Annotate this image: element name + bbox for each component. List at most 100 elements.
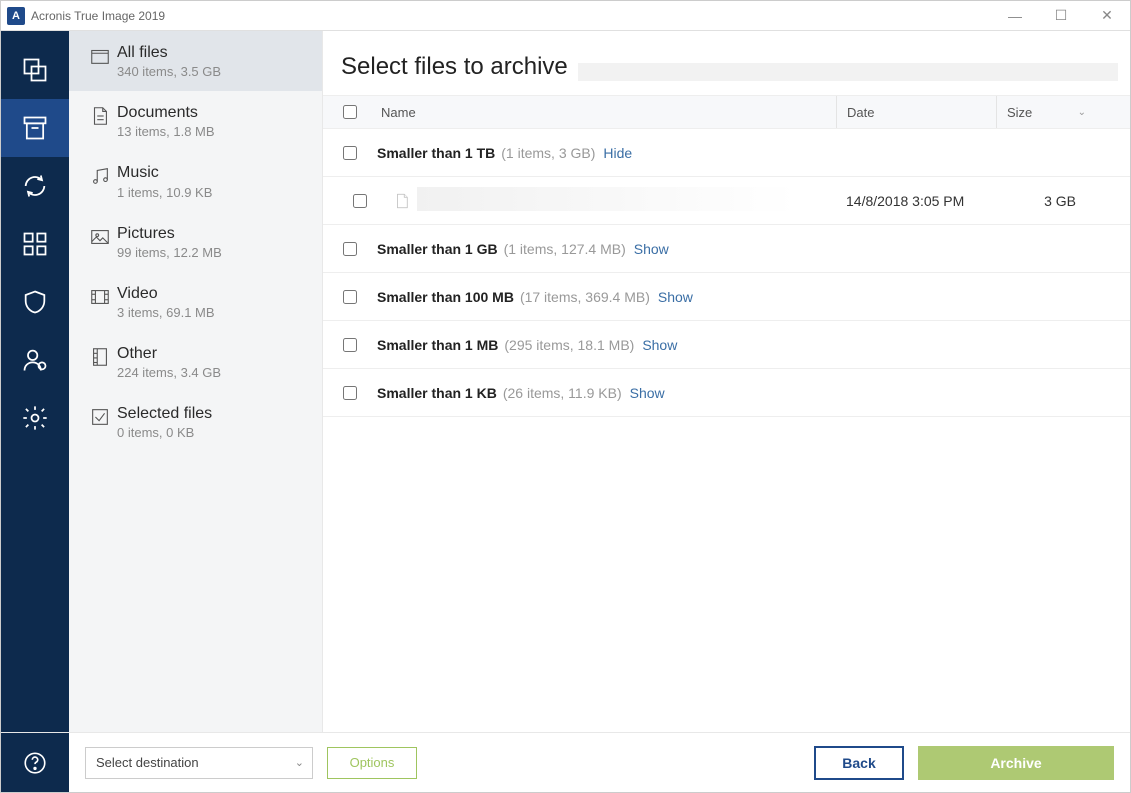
- music-icon: [89, 165, 111, 187]
- group-title: Smaller than 1 GB: [377, 241, 498, 257]
- dashboard-icon: [21, 230, 49, 258]
- chevron-down-icon: ⌄: [295, 756, 304, 769]
- file-size: 3 GB: [1006, 193, 1096, 209]
- archive-icon: [21, 114, 49, 142]
- file-list: Smaller than 1 TB (1 items, 3 GB) Hide 1…: [323, 129, 1130, 732]
- table-header: Name Date Size ⌄: [323, 95, 1130, 129]
- cat-title: All files: [117, 43, 308, 62]
- group-toggle[interactable]: Show: [630, 385, 665, 401]
- col-name[interactable]: Name: [377, 105, 836, 120]
- cat-sub: 340 items, 3.5 GB: [117, 64, 308, 79]
- group-toggle[interactable]: Show: [642, 337, 677, 353]
- cat-title: Pictures: [117, 224, 308, 243]
- cat-other[interactable]: Other 224 items, 3.4 GB: [69, 332, 322, 392]
- other-icon: [89, 346, 111, 368]
- minimize-button[interactable]: —: [992, 1, 1038, 31]
- video-icon: [89, 286, 111, 308]
- document-icon: [89, 105, 111, 127]
- group-checkbox[interactable]: [343, 290, 357, 304]
- rail-dashboard[interactable]: [1, 215, 69, 273]
- col-size[interactable]: Size ⌄: [996, 96, 1096, 128]
- rail-archive[interactable]: [1, 99, 69, 157]
- group-title: Smaller than 1 KB: [377, 385, 497, 401]
- file-icon: [393, 190, 411, 212]
- cat-title: Documents: [117, 103, 308, 122]
- file-date: 14/8/2018 3:05 PM: [846, 193, 1006, 209]
- cat-all-files[interactable]: All files 340 items, 3.5 GB: [69, 31, 322, 91]
- category-panel: All files 340 items, 3.5 GB Documents 13…: [69, 31, 323, 732]
- rail-protection[interactable]: [1, 273, 69, 331]
- group-title: Smaller than 1 TB: [377, 145, 495, 161]
- titlebar: A Acronis True Image 2019 — ☐ ✕: [1, 1, 1130, 31]
- group-row: Smaller than 100 MB (17 items, 369.4 MB)…: [323, 273, 1130, 321]
- backup-icon: [21, 56, 49, 84]
- group-title: Smaller than 100 MB: [377, 289, 514, 305]
- footer: Select destination ⌄ Options Back Archiv…: [1, 732, 1130, 792]
- cat-sub: 99 items, 12.2 MB: [117, 245, 308, 260]
- back-button[interactable]: Back: [814, 746, 904, 780]
- help-icon: [22, 750, 48, 776]
- group-title: Smaller than 1 MB: [377, 337, 498, 353]
- group-row: Smaller than 1 TB (1 items, 3 GB) Hide: [323, 129, 1130, 177]
- cat-title: Other: [117, 344, 308, 363]
- file-name: [417, 187, 846, 214]
- cat-sub: 13 items, 1.8 MB: [117, 124, 308, 139]
- rail-sync[interactable]: [1, 157, 69, 215]
- cat-sub: 0 items, 0 KB: [117, 425, 308, 440]
- close-button[interactable]: ✕: [1084, 1, 1130, 31]
- picture-icon: [89, 226, 111, 248]
- maximize-button[interactable]: ☐: [1038, 1, 1084, 31]
- group-toggle[interactable]: Show: [658, 289, 693, 305]
- cat-selected[interactable]: Selected files 0 items, 0 KB: [69, 392, 322, 452]
- col-size-label: Size: [1007, 105, 1032, 120]
- selected-icon: [89, 406, 111, 428]
- group-meta: (1 items, 127.4 MB): [504, 241, 626, 257]
- group-row: Smaller than 1 MB (295 items, 18.1 MB) S…: [323, 321, 1130, 369]
- account-icon: [21, 346, 49, 374]
- rail-account[interactable]: [1, 331, 69, 389]
- rail-backup[interactable]: [1, 41, 69, 99]
- rail-help[interactable]: [1, 733, 69, 792]
- group-meta: (1 items, 3 GB): [501, 145, 595, 161]
- group-checkbox[interactable]: [343, 242, 357, 256]
- cat-sub: 1 items, 10.9 KB: [117, 185, 308, 200]
- destination-select[interactable]: Select destination ⌄: [85, 747, 313, 779]
- group-meta: (17 items, 369.4 MB): [520, 289, 650, 305]
- group-toggle[interactable]: Hide: [603, 145, 632, 161]
- window-title: Acronis True Image 2019: [31, 9, 165, 23]
- cat-pictures[interactable]: Pictures 99 items, 12.2 MB: [69, 212, 322, 272]
- rail-settings[interactable]: [1, 389, 69, 447]
- file-row[interactable]: 14/8/2018 3:05 PM 3 GB: [323, 177, 1130, 225]
- destination-placeholder: Select destination: [96, 755, 199, 770]
- shield-icon: [21, 288, 49, 316]
- group-checkbox[interactable]: [343, 386, 357, 400]
- options-button[interactable]: Options: [327, 747, 417, 779]
- sync-icon: [21, 172, 49, 200]
- app-icon: A: [7, 7, 25, 25]
- cat-title: Video: [117, 284, 308, 303]
- content-area: Select files to archive Name Date Size ⌄…: [323, 31, 1130, 732]
- archive-button[interactable]: Archive: [918, 746, 1114, 780]
- folder-icon: [89, 45, 111, 67]
- cat-music[interactable]: Music 1 items, 10.9 KB: [69, 151, 322, 211]
- group-row: Smaller than 1 KB (26 items, 11.9 KB) Sh…: [323, 369, 1130, 417]
- cat-sub: 224 items, 3.4 GB: [117, 365, 308, 380]
- cat-sub: 3 items, 69.1 MB: [117, 305, 308, 320]
- group-row: Smaller than 1 GB (1 items, 127.4 MB) Sh…: [323, 225, 1130, 273]
- cat-documents[interactable]: Documents 13 items, 1.8 MB: [69, 91, 322, 151]
- group-meta: (295 items, 18.1 MB): [504, 337, 634, 353]
- col-date[interactable]: Date: [836, 96, 996, 128]
- nav-rail: [1, 31, 69, 732]
- group-toggle[interactable]: Show: [634, 241, 669, 257]
- cat-video[interactable]: Video 3 items, 69.1 MB: [69, 272, 322, 332]
- cat-title: Selected files: [117, 404, 308, 423]
- heading-row: Select files to archive: [323, 31, 1130, 95]
- group-meta: (26 items, 11.9 KB): [503, 385, 622, 401]
- group-checkbox[interactable]: [343, 338, 357, 352]
- group-checkbox[interactable]: [343, 146, 357, 160]
- chevron-down-icon: ⌄: [1078, 107, 1086, 118]
- gear-icon: [21, 404, 49, 432]
- cat-title: Music: [117, 163, 308, 182]
- select-all-checkbox[interactable]: [343, 105, 357, 119]
- file-checkbox[interactable]: [353, 194, 367, 208]
